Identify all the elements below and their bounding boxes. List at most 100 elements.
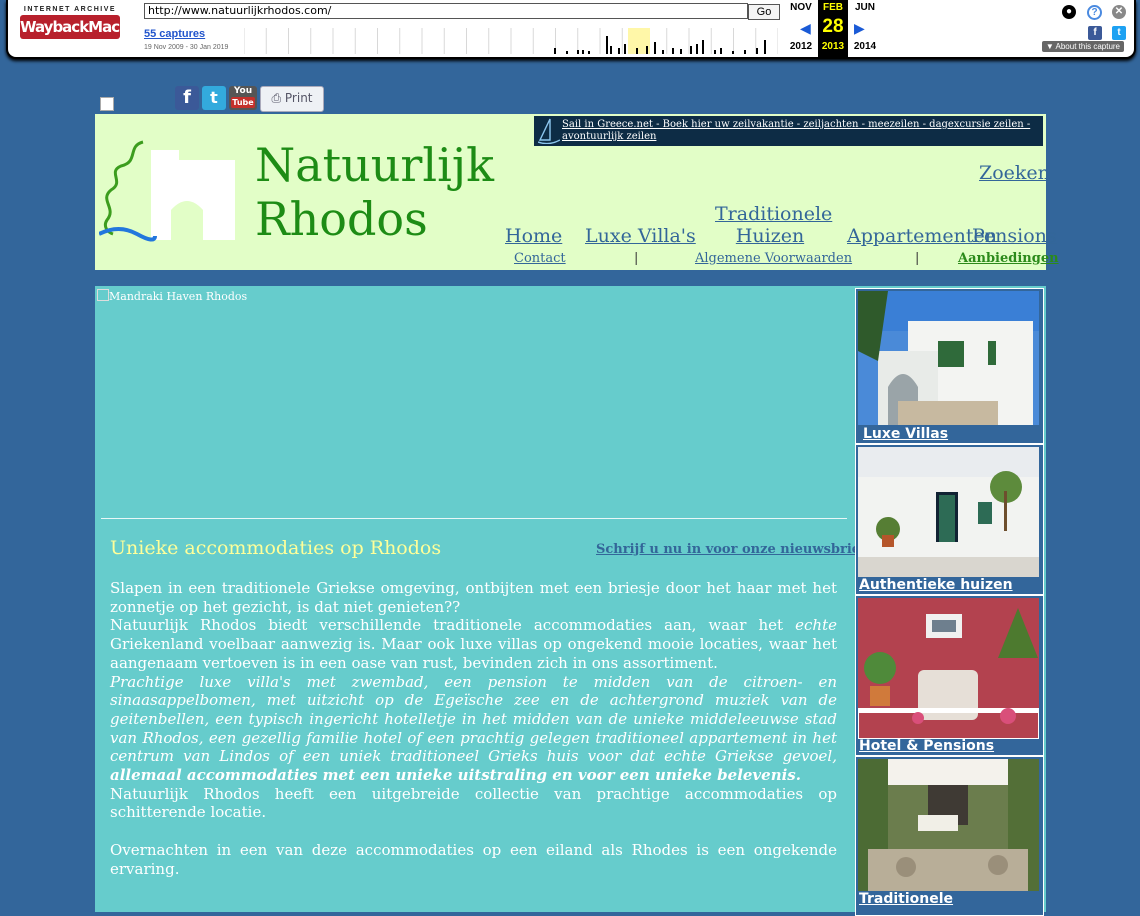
wayback-right-controls: ● ? ✕ f t ▼ About this capture (1028, 4, 1128, 54)
mandraki-image: Mandraki Haven Rhodos (97, 289, 247, 303)
sidebar-item-label: Luxe Villas (863, 426, 949, 442)
sail-greece-banner[interactable]: Sail in Greece.net - Boek hier uw zeilva… (534, 116, 1043, 146)
wayback-next-year: 2014 (853, 41, 877, 52)
site-title-line1: Natuurlijk (255, 138, 494, 192)
wayback-cur-day: 28 (822, 16, 844, 37)
sparkline-capture-bar (582, 50, 584, 54)
youtube-button[interactable]: You Tube (229, 86, 257, 110)
hotel-pension-photo (858, 598, 1039, 739)
wayback-prev-year: 2012 (789, 41, 813, 52)
facebook-share-icon[interactable]: f (1088, 26, 1102, 40)
wayback-next-month-label: JUN (854, 2, 875, 13)
sidebar-item-authentieke-huizen[interactable]: Authentieke huizen (855, 444, 1044, 595)
wayback-logo-top: INTERNET ARCHIVE (23, 6, 117, 13)
sidebar-item-label: Authentieke huizen (859, 577, 1013, 593)
sparkline-capture-bar (566, 51, 568, 54)
sidebar-item-hotel-pensions[interactable]: Hotel & Pensions (855, 595, 1044, 756)
broken-image-icon (100, 97, 114, 111)
nav-pensions[interactable]: Pensions (972, 225, 1057, 247)
site-title[interactable]: Natuurlijk Rhodos (255, 138, 494, 246)
wayback-cur-year: 2013 (821, 41, 845, 52)
close-icon[interactable]: ✕ (1112, 5, 1126, 19)
youtube-tube: Tube (231, 97, 255, 108)
printer-icon: ⎙ (271, 91, 282, 105)
wayback-toolbar: INTERNET ARCHIVE WaybackMachine http://w… (6, 0, 1136, 59)
twitter-button[interactable]: t (202, 86, 226, 110)
social-bar: f t You Tube ⎙ Print (100, 86, 340, 112)
paragraph-2-b: Griekenland voelbaar aanwezig is. Maar o… (110, 635, 837, 672)
nav-traditionele-line1: Traditionele (715, 203, 833, 225)
wayback-logo-bottom: WaybackMachine (20, 15, 153, 39)
print-button[interactable]: ⎙ Print (260, 86, 324, 112)
sparkline-capture-bar (744, 50, 746, 54)
sparkline-capture-bar (618, 48, 620, 54)
about-capture-link[interactable]: ▼ About this capture (1041, 41, 1124, 52)
nav-traditionele-huizen[interactable]: Traditionele Huizen (715, 203, 833, 247)
wayback-prev-arrow-icon[interactable]: ◀ (800, 20, 811, 37)
paragraph-1: Slapen in een traditionele Griekse omgev… (110, 579, 837, 616)
help-icon[interactable]: ? (1087, 5, 1102, 20)
subnav-voorwaarden[interactable]: Algemene Voorwaarden (695, 251, 852, 266)
site-title-line2: Rhodos (255, 192, 428, 246)
subnav-aanbiedingen[interactable]: Aanbiedingen (958, 251, 1059, 266)
sparkline-capture-bar (577, 50, 579, 54)
sparkline-capture-bar (662, 50, 664, 54)
paragraph-3-italic: Prachtige luxe villa's met zwembad, een … (110, 672, 837, 766)
wayback-calendar-nav: NOV 2012 ◀ FEB 28 2013 ▶ JUN 2014 (782, 0, 882, 57)
sparkline-capture-bar (764, 40, 766, 54)
sparkline-capture-bar (702, 40, 704, 54)
wayback-sparkline[interactable] (244, 28, 778, 54)
search-link[interactable]: Zoeken (979, 162, 1050, 184)
subnav-contact[interactable]: Contact (514, 251, 566, 266)
newsletter-link[interactable]: Schrijf u nu in voor onze nieuwsbrief (596, 542, 866, 557)
paragraph-5: Overnachten in een van deze accommodatie… (110, 840, 837, 878)
sparkline-capture-bar (654, 42, 656, 54)
sparkline-capture-bar (732, 51, 734, 54)
twitter-share-icon[interactable]: t (1112, 26, 1126, 40)
authentic-house-photo (858, 447, 1039, 577)
paragraph-2-a: Natuurlijk Rhodos biedt verschillende tr… (110, 616, 796, 635)
paragraph-2: Natuurlijk Rhodos biedt verschillende tr… (110, 616, 837, 672)
wayback-next-month[interactable]: JUN 2014 (850, 0, 880, 57)
wayback-cur-month-label: FEB (823, 2, 843, 13)
wayback-captures-link[interactable]: 55 captures (144, 28, 205, 40)
sailboat-icon (538, 118, 560, 144)
sparkline-capture-bar (588, 51, 590, 54)
content-divider (101, 518, 847, 519)
broken-image-icon (97, 289, 109, 301)
sparkline-capture-bar (636, 48, 638, 54)
nav-luxe-villas[interactable]: Luxe Villa's (585, 225, 696, 247)
sparkline-capture-bar (690, 46, 692, 54)
wayback-go-button[interactable]: Go (748, 4, 780, 20)
youtube-you: You (233, 86, 253, 96)
user-icon[interactable]: ● (1062, 5, 1076, 19)
wayback-date-range: 19 Nov 2009 - 30 Jan 2019 (144, 44, 229, 51)
category-sidebar: Luxe Villas Authentieke huizen Hotel & P… (855, 288, 1044, 916)
facebook-button[interactable]: f (175, 86, 199, 110)
intro-heading: Unieke accommodaties op Rhodos (110, 537, 442, 559)
about-capture-label: About this capture (1055, 42, 1120, 51)
sparkline-capture-bar (554, 48, 556, 54)
sparkline-capture-bar (606, 36, 608, 54)
sidebar-item-luxe-villas[interactable]: Luxe Villas (855, 288, 1044, 444)
subnav-separator: | (915, 251, 920, 266)
print-label: Print (284, 91, 313, 105)
mandraki-image-alt: Mandraki Haven Rhodos (109, 290, 248, 303)
wayback-logo[interactable]: INTERNET ARCHIVE WaybackMachine (20, 6, 153, 46)
paragraph-4: Natuurlijk Rhodos heeft een uitgebreide … (110, 784, 837, 822)
nav-traditionele-line2: Huizen (735, 225, 805, 247)
sparkline-capture-bar (714, 50, 716, 54)
traditional-house-photo (858, 759, 1039, 891)
site-logo-icon[interactable] (99, 138, 239, 244)
paragraph-2-em: echte (795, 616, 837, 635)
wayback-url-input[interactable]: http://www.natuurlijkrhodos.com/ (144, 3, 748, 19)
site-header: Natuurlijk Rhodos Sail in Greece.net - B… (95, 114, 1059, 270)
sidebar-item-traditionele[interactable]: Traditionele (855, 756, 1044, 916)
paragraph-3-bold: allemaal accommodaties met een unieke ui… (110, 766, 801, 785)
sparkline-capture-bar (680, 49, 682, 54)
sparkline-capture-bar (610, 46, 612, 54)
nav-home[interactable]: Home (505, 225, 562, 247)
intro-text: Slapen in een traditionele Griekse omgev… (110, 579, 837, 878)
sparkline-capture-bar (696, 44, 698, 54)
paragraph-3: Prachtige luxe villa's met zwembad, een … (110, 673, 837, 785)
